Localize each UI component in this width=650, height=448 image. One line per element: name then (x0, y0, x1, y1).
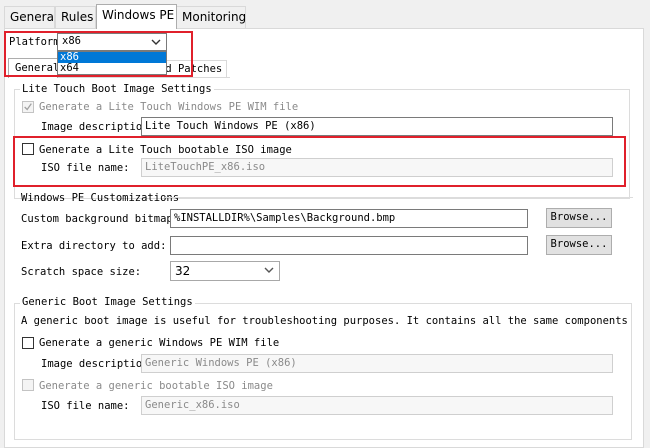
generate-lite-touch-wim-checkbox[interactable] (22, 101, 34, 113)
platform-option-x64[interactable]: x64 (58, 63, 166, 74)
generate-lite-touch-iso-label: Generate a Lite Touch bootable ISO image (39, 144, 292, 156)
lite-touch-iso-name-label: ISO file name: (41, 162, 130, 174)
generic-iso-name-label: ISO file name: (41, 400, 130, 412)
properties-window: { "tabs": ["General", "Rules", "Windows … (0, 0, 650, 448)
customizations-legend: Windows PE Customizations (21, 192, 180, 204)
scratch-space-select[interactable]: 32 (170, 261, 280, 281)
platform-select[interactable]: x86 (57, 33, 167, 51)
chevron-down-icon (264, 267, 274, 273)
platform-dropdown-list: x86 x64 (57, 51, 167, 75)
extra-directory-label: Extra directory to add: (21, 240, 167, 252)
generic-legend: Generic Boot Image Settings (20, 296, 195, 308)
customizations-divider (165, 197, 633, 198)
generate-generic-iso-label: Generate a generic bootable ISO image (39, 380, 273, 392)
browse-extra-directory-button[interactable]: Browse... (546, 235, 612, 255)
lite-touch-iso-name-input[interactable]: LiteTouchPE_x86.iso (141, 158, 613, 177)
generic-description-text: A generic boot image is useful for troub… (21, 315, 627, 327)
tab-monitoring[interactable]: Monitoring (176, 6, 246, 28)
scratch-space-label: Scratch space size: (21, 266, 142, 278)
lite-touch-image-description-input[interactable]: Lite Touch Windows PE (x86) (141, 117, 613, 136)
tab-general[interactable]: General (4, 6, 57, 28)
extra-directory-input[interactable] (170, 236, 528, 255)
generate-lite-touch-wim-label: Generate a Lite Touch Windows PE WIM fil… (39, 101, 299, 113)
subtab-general[interactable]: General (8, 58, 59, 78)
scratch-space-value: 32 (175, 264, 191, 278)
generate-generic-wim-checkbox[interactable] (22, 337, 34, 349)
generic-iso-name-input[interactable]: Generic_x86.iso (141, 396, 613, 415)
tab-windows-pe[interactable]: Windows PE (96, 4, 177, 29)
browse-bitmap-button[interactable]: Browse... (546, 208, 612, 228)
bitmap-input[interactable]: %INSTALLDIR%\Samples\Background.bmp (170, 209, 528, 228)
generate-lite-touch-iso-checkbox[interactable] (22, 143, 34, 155)
lite-touch-legend: Lite Touch Boot Image Settings (20, 83, 214, 95)
generate-generic-iso-checkbox[interactable] (22, 379, 34, 391)
generic-image-description-input[interactable]: Generic Windows PE (x86) (141, 354, 613, 373)
platform-selected-value: x86 (62, 35, 81, 47)
generic-image-description-label: Image description: (41, 358, 155, 370)
chevron-down-icon (151, 39, 161, 45)
tab-rules[interactable]: Rules (55, 6, 96, 28)
bitmap-label: Custom background bitmap fi (21, 213, 192, 225)
lite-touch-image-description-label: Image description: (41, 121, 155, 133)
check-icon (24, 103, 32, 111)
generate-generic-wim-label: Generate a generic Windows PE WIM file (39, 337, 280, 349)
